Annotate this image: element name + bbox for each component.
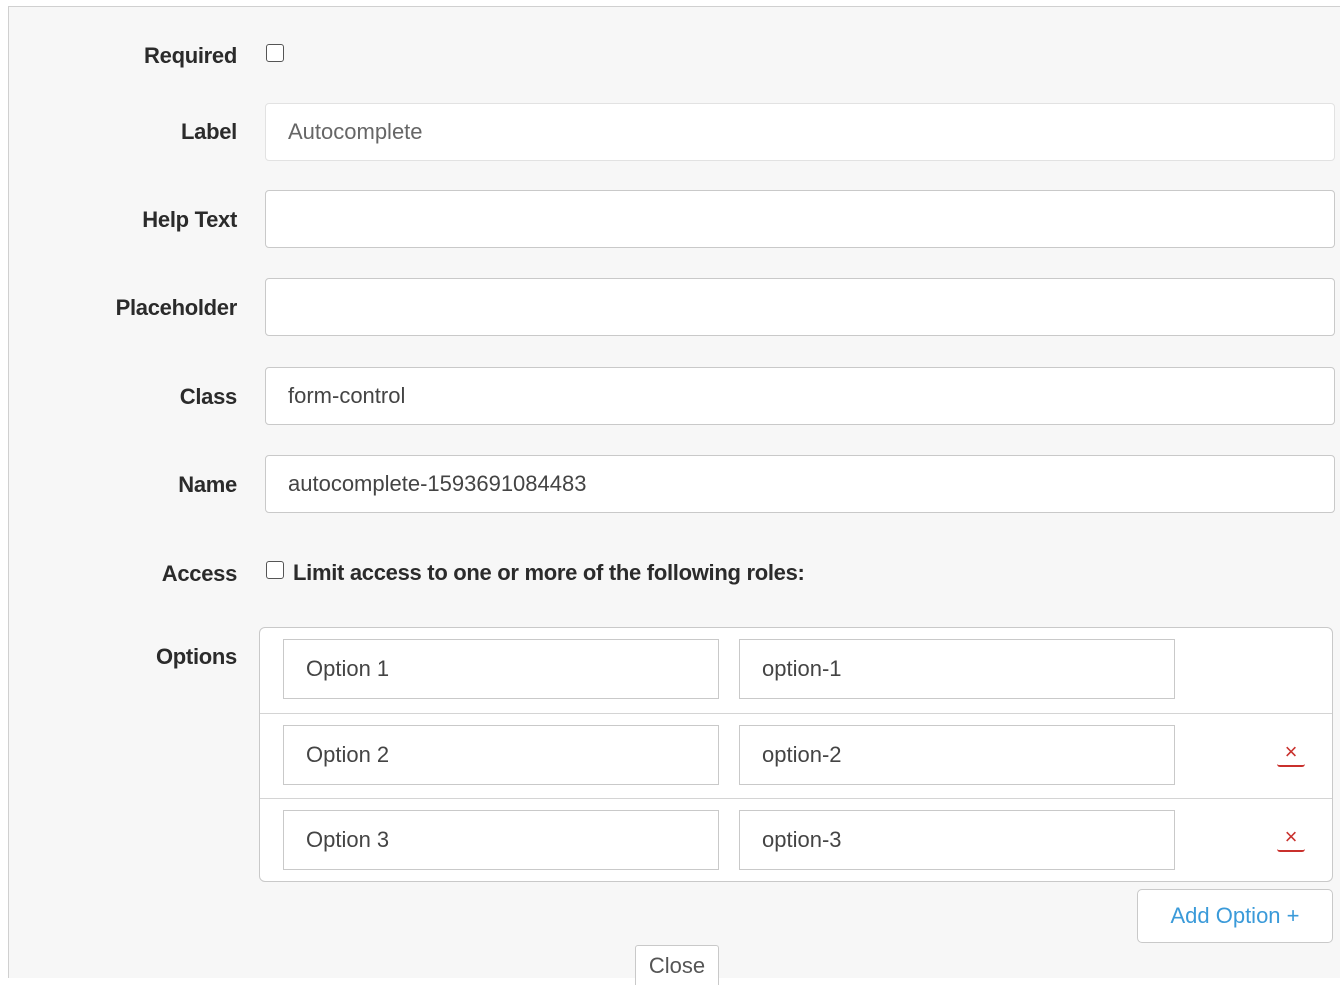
placeholder-label: Placeholder xyxy=(115,295,238,320)
class-input[interactable]: form-control xyxy=(265,367,1335,425)
close-icon: × xyxy=(1284,739,1298,764)
option-label-value: Option 1 xyxy=(306,656,390,681)
label-field-label: Label xyxy=(181,119,237,144)
name-input-value: autocomplete-1593691084483 xyxy=(288,471,587,496)
class-input-value: form-control xyxy=(288,383,406,408)
option-value-input[interactable]: option-1 xyxy=(739,639,1175,699)
remove-option-button[interactable]: × xyxy=(1276,824,1306,857)
option-row: Option 3 option-3 × xyxy=(260,798,1332,883)
access-checkbox[interactable] xyxy=(266,561,284,579)
label-input-value: Autocomplete xyxy=(288,119,423,144)
option-label-input[interactable]: Option 1 xyxy=(283,639,719,699)
form-field-editor-panel: Required Label Autocomplete Help Text Pl… xyxy=(8,6,1340,985)
options-label: Options xyxy=(155,644,237,669)
option-row: Option 1 option-1 xyxy=(260,628,1332,713)
option-value-input[interactable]: option-3 xyxy=(739,810,1175,870)
option-label-input[interactable]: Option 2 xyxy=(283,725,719,785)
required-label: Required xyxy=(144,43,237,68)
option-value-input[interactable]: option-2 xyxy=(739,725,1175,785)
remove-option-button[interactable]: × xyxy=(1276,739,1306,772)
remove-underline xyxy=(1277,764,1305,767)
help-text-input[interactable] xyxy=(265,190,1335,248)
option-value-value: option-2 xyxy=(762,742,842,767)
access-label: Access xyxy=(161,561,238,586)
name-label: Name xyxy=(178,472,237,497)
close-icon: × xyxy=(1284,824,1298,849)
options-list: Option 1 option-1 Option 2 option-2 × Op… xyxy=(259,627,1333,882)
name-input[interactable]: autocomplete-1593691084483 xyxy=(265,455,1335,513)
add-option-button[interactable]: Add Option + xyxy=(1137,889,1333,943)
placeholder-input[interactable] xyxy=(265,278,1335,336)
option-value-value: option-1 xyxy=(762,656,842,681)
remove-underline xyxy=(1277,849,1305,852)
option-label-value: Option 3 xyxy=(306,827,390,852)
required-checkbox[interactable] xyxy=(266,44,284,62)
label-input[interactable]: Autocomplete xyxy=(265,103,1335,161)
close-button[interactable]: Close xyxy=(635,945,719,985)
class-label: Class xyxy=(179,384,238,409)
option-label-input[interactable]: Option 3 xyxy=(283,810,719,870)
option-label-value: Option 2 xyxy=(306,742,390,767)
option-value-value: option-3 xyxy=(762,827,842,852)
option-row: Option 2 option-2 × xyxy=(260,713,1332,798)
access-checkbox-label[interactable]: Limit access to one or more of the follo… xyxy=(293,560,805,586)
help-text-label: Help Text xyxy=(142,207,237,232)
